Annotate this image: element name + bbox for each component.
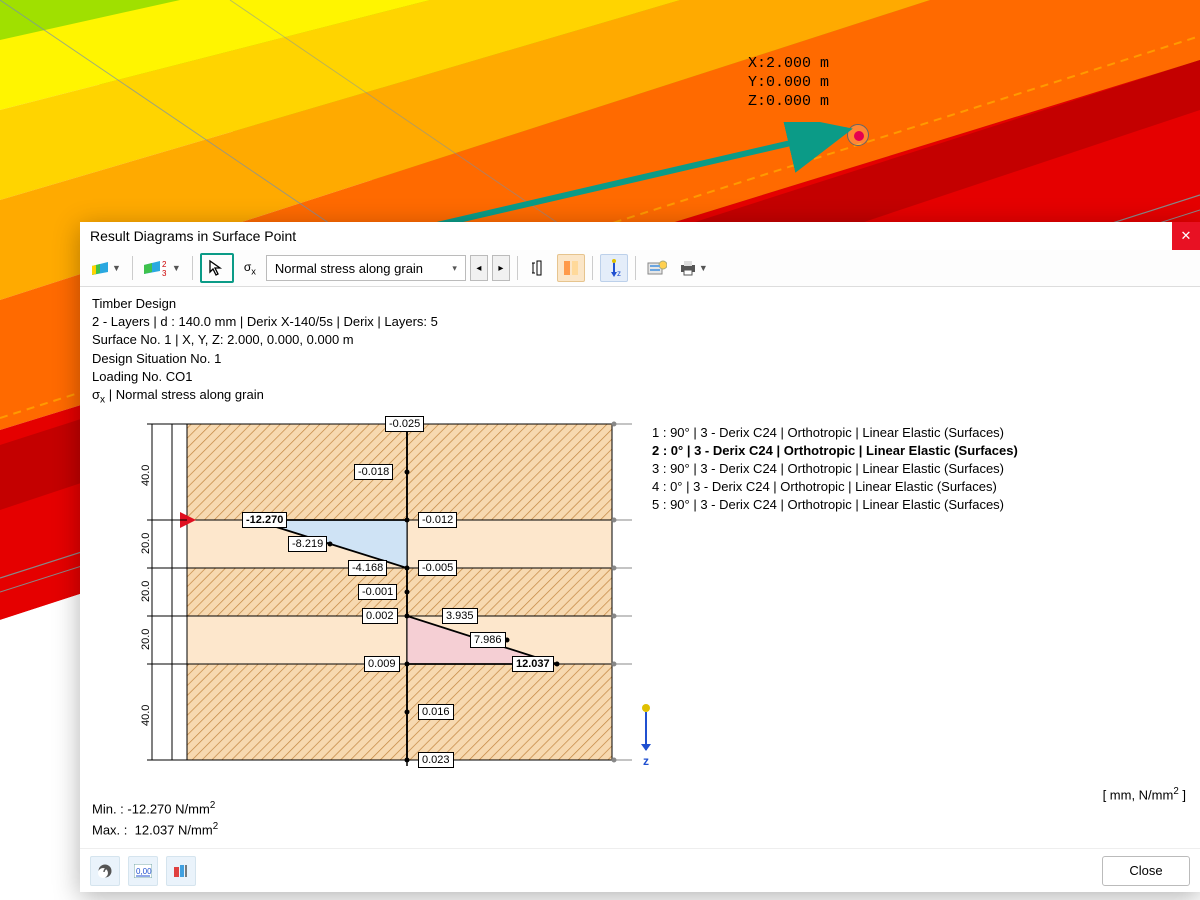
thickness-label: 20.0 [140,532,152,553]
show-values-toggle[interactable] [557,254,585,282]
svg-text:2: 2 [162,260,167,269]
stress-value: -12.270 [242,512,287,528]
prev-result-button[interactable]: ◂ [470,255,488,281]
value-settings-button[interactable]: 0,00 [128,856,158,886]
stress-value: 0.002 [362,608,398,624]
thickness-label: 40.0 [140,704,152,725]
layer-list-item[interactable]: 5 : 90° | 3 - Derix C24 | Orthotropic | … [652,496,1018,514]
settings-button[interactable] [643,254,671,282]
probe-point-marker[interactable] [847,124,869,146]
layer-list-item[interactable]: 2 : 0° | 3 - Derix C24 | Orthotropic | L… [652,442,1018,460]
stress-diagram: 40.0 20.0 20.0 20.0 40.0 -0.025 -0.018 -… [92,414,1188,794]
stress-value: 12.037 [512,656,554,672]
next-result-button[interactable]: ▸ [492,255,510,281]
result-diagrams-dialog: Result Diagrams in Surface Point ✕ ▼ 23 … [80,222,1200,892]
stress-value: -0.018 [354,464,393,480]
svg-text:0,00: 0,00 [136,867,152,876]
stress-value: -4.168 [348,560,387,576]
layer-list-item[interactable]: 4 : 0° | 3 - Derix C24 | Orthotropic | L… [652,478,1018,496]
display-settings-button[interactable] [166,856,196,886]
dialog-titlebar[interactable]: Result Diagrams in Surface Point ✕ [80,222,1200,250]
fit-extents-button[interactable] [525,254,553,282]
stress-value: 7.986 [470,632,506,648]
close-button[interactable]: Close [1102,856,1190,886]
result-type-menu[interactable]: ▼ [86,254,125,282]
pick-point-tool[interactable] [200,253,234,283]
stress-value: 3.935 [442,608,478,624]
help-button[interactable] [90,856,120,886]
dialog-close-button[interactable]: ✕ [1172,222,1200,250]
show-axis-toggle[interactable]: z [600,254,628,282]
stress-value: -0.001 [358,584,397,600]
dialog-title: Result Diagrams in Surface Point [90,228,1172,244]
layer-list: 1 : 90° | 3 - Derix C24 | Orthotropic | … [652,424,1018,515]
thickness-label: 20.0 [140,580,152,601]
svg-text:3: 3 [162,269,167,277]
result-info-block: Timber Design 2 - Layers | d : 140.0 mm … [92,295,1188,408]
print-menu[interactable]: ▼ [675,254,712,282]
thickness-label: 40.0 [140,464,152,485]
layer-selection-menu[interactable]: 23 ▼ [140,254,185,282]
stress-value: 0.016 [418,704,454,720]
stress-value: 0.023 [418,752,454,768]
z-axis-indicator: z [642,704,650,768]
unit-label: [ mm, N/mm2 ] [1103,786,1186,802]
thickness-label: 20.0 [140,628,152,649]
dialog-toolbar: ▼ 23 ▼ σx Normal stress along grain▾ ◂ ▸… [80,250,1200,287]
min-max-block: Min. : -12.270 N/mm2 Max. : 12.037 N/mm2 [92,798,1188,841]
probe-coordinates: X:2.000 m Y:0.000 m Z:0.000 m [748,55,829,111]
svg-text:z: z [617,269,621,277]
stress-value: 0.009 [364,656,400,672]
stress-component-label: σx [238,260,262,276]
layer-list-item[interactable]: 3 : 90° | 3 - Derix C24 | Orthotropic | … [652,460,1018,478]
stress-type-combo[interactable]: Normal stress along grain▾ [266,255,466,281]
stress-value: -0.025 [385,416,424,432]
layer-list-item[interactable]: 1 : 90° | 3 - Derix C24 | Orthotropic | … [652,424,1018,442]
stress-value: -0.012 [418,512,457,528]
stress-value: -8.219 [288,536,327,552]
stress-value: -0.005 [418,560,457,576]
dialog-footer: 0,00 Close [80,848,1200,892]
